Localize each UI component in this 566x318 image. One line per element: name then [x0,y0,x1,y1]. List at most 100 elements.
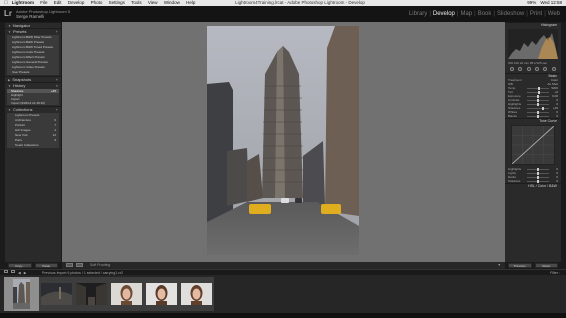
secondary-window-icon[interactable] [4,270,8,273]
hsl-header[interactable]: HSL / Color / B&W [505,183,561,188]
flatiron-photo-image [207,26,359,255]
left-panel: ▼ Navigator ▼ Presets + Lightroom B&W Filte… [5,22,61,262]
contrast-slider[interactable] [527,99,549,102]
paste-button[interactable]: Paste [34,263,58,268]
collection-label: Lightroom Presets [15,113,40,117]
thumb-image-flatiron [13,279,30,309]
menu-view[interactable]: View [148,0,158,5]
radial-filter-icon[interactable] [543,67,548,71]
module-library[interactable]: Library [407,11,429,17]
expand-arrow-icon: ▼ [8,30,11,34]
expand-arrow-icon: ▼ [8,108,11,112]
filmstrip-thumb[interactable] [39,277,74,311]
tint-slider[interactable] [527,91,549,94]
histogram [508,29,558,59]
filmstrip-thumb[interactable] [144,277,179,311]
bottom-edge-bar [0,313,566,318]
menu-photo[interactable]: Photo [91,0,103,5]
filmstrip [0,275,566,313]
filmstrip-thumb[interactable] [109,277,144,311]
thumb-image-portrait-3 [181,283,212,305]
menu-file[interactable]: File [40,0,47,5]
menu-help[interactable]: Help [186,0,195,5]
curve-darks-slider[interactable] [527,176,549,179]
main-photo[interactable] [207,26,359,255]
tone-curve-header[interactable]: Tone Curve [505,118,561,123]
module-book[interactable]: Book [476,11,494,17]
shadows-slider[interactable] [527,107,549,110]
history-step[interactable]: Import (9/26/14 21:18:19) [7,101,59,105]
module-develop[interactable]: Develop [431,11,457,17]
histogram-header[interactable]: Histogram [505,22,561,27]
user-name: Serge Ramelli [16,14,45,19]
menu-develop[interactable]: Develop [68,0,85,5]
thumb-street-graphic [76,283,107,305]
whites-slider[interactable] [527,111,549,114]
history-step-label: Import (9/26/14 21:18:19) [11,101,45,105]
module-slideshow[interactable]: Slideshow [495,11,526,17]
temp-slider[interactable] [527,87,549,90]
image-canvas [62,22,505,262]
crop-tool-icon[interactable] [510,67,515,71]
menu-edit[interactable]: Edit [54,0,62,5]
soft-proofing-checkbox[interactable]: Soft Proofing [90,263,110,268]
module-print[interactable]: Print [528,11,544,17]
left-panel-buttons: Copy... Paste [5,262,61,269]
thumb-image-portrait-2 [146,283,177,305]
previous-button[interactable]: Previous [508,263,532,268]
before-after-view-icon[interactable] [76,263,83,267]
histogram-graph [508,33,558,59]
tone-curve-line [511,125,555,165]
blacks-slider[interactable] [527,115,549,118]
graduated-filter-icon[interactable] [535,67,540,71]
loupe-view-icon[interactable] [66,263,73,267]
module-map[interactable]: Map [458,11,474,17]
thumb-image-portrait-1 [111,283,142,305]
copy-button[interactable]: Copy... [8,263,32,268]
camera-info: ISO 100 24 mm f/8 1/125 sec [508,61,548,65]
presets-list: Lightroom B&W Filter Presets Lightroom B… [7,35,59,75]
toolbar-menu-arrow-icon[interactable]: ▼ [498,263,501,268]
module-picker: Library | Develop | Map | Book | Slideshow | … [407,11,562,17]
menu-app[interactable]: Lightroom [12,0,34,5]
thumb-portrait-graphic [146,283,177,305]
history-label: History [12,83,26,88]
expand-arrow-icon: ▼ [8,84,11,88]
collection-item[interactable]: Smart Collections [7,143,59,148]
filmstrip-thumb-selected[interactable] [4,277,39,311]
menu-tools[interactable]: Tools [131,0,142,5]
reset-button[interactable]: Reset [534,263,558,268]
right-panel-buttons: Previous Reset [505,262,561,269]
exposure-slider[interactable] [527,95,549,98]
develop-toolbar: Soft Proofing ▼ [62,262,505,269]
grid-view-icon[interactable] [11,270,15,273]
presets-label: Presets [12,29,27,34]
collections-label: Collections [12,107,33,112]
red-eye-tool-icon[interactable] [526,67,531,71]
menu-settings[interactable]: Settings [109,0,125,5]
add-preset-icon[interactable]: + [56,29,58,35]
curve-shadows-slider[interactable] [527,180,549,183]
menu-window[interactable]: Window [164,0,180,5]
filmstrip-thumb[interactable] [179,277,214,311]
collection-label: New York [15,133,28,137]
tone-curve-graph[interactable] [511,125,555,165]
highlights-slider[interactable] [527,103,549,106]
lightroom-logo: Lr [4,9,12,18]
preset-folder[interactable]: User Presets [7,70,59,75]
history-header[interactable]: ▼ History × [5,82,61,88]
collection-label: Portrait [15,123,25,127]
collections-header[interactable]: ▼ Collections + [5,106,61,112]
filmstrip-thumb[interactable] [74,277,109,311]
presets-header[interactable]: ▼ Presets + [5,28,61,34]
module-web[interactable]: Web [546,11,562,17]
collection-label: Smart Collections [15,143,39,147]
curve-highlights-slider[interactable] [527,168,549,171]
curve-lights-slider[interactable] [527,172,549,175]
history-list: Shadows +45 Highlight Import Import (9/26… [7,89,59,105]
collections-list: Lightroom Presets Architecture 6 Portrait… [7,113,59,148]
identity-plate-bar: Lr Adobe Photoshop Lightroom 5 Serge Ram… [0,6,566,22]
spot-removal-tool-icon[interactable] [518,67,523,71]
adjustment-brush-icon[interactable] [551,67,556,71]
collection-label: Architecture [15,118,32,122]
